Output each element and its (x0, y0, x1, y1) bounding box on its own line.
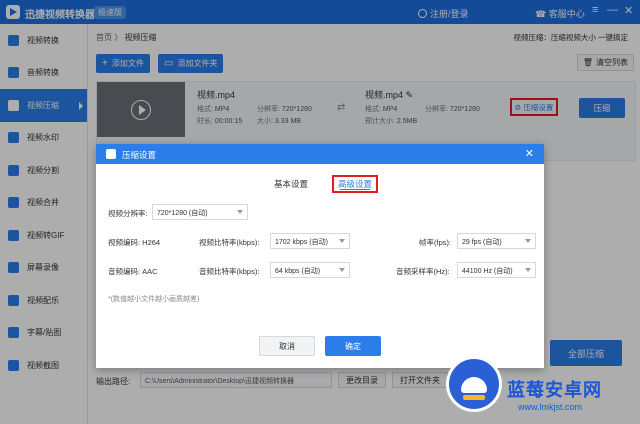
watermark-url: www.lmkjst.com (518, 402, 583, 412)
resolution-label: 视频分辨率: (108, 209, 148, 218)
chevron-down-icon (237, 210, 243, 214)
audio-codec-label: 音频编码: AAC (108, 267, 158, 276)
tab-basic-settings[interactable]: 基本设置 (274, 178, 308, 190)
confirm-button[interactable]: 确定 (325, 336, 381, 356)
watermark-text: 蓝莓安卓网 (507, 380, 602, 400)
watermark-logo-icon (446, 356, 502, 412)
chevron-down-icon (339, 268, 345, 272)
audio-bitrate-select[interactable]: 64 kbps (自动) (270, 262, 350, 278)
chevron-down-icon (525, 268, 531, 272)
active-tab-underline (340, 188, 370, 190)
dialog-title: 压缩设置 (122, 150, 157, 160)
dialog-close-icon[interactable]: ✕ (525, 147, 534, 160)
chevron-down-icon (525, 239, 531, 243)
cancel-button[interactable]: 取消 (259, 336, 315, 356)
quality-note: *(数值越小文件越小画质越差) (108, 296, 200, 303)
fps-label: 帧率(fps): (419, 238, 452, 247)
video-bitrate-select[interactable]: 1702 kbps (自动) (270, 233, 350, 249)
sample-rate-select[interactable]: 44100 Hz (自动) (457, 262, 536, 278)
compress-settings-dialog: 压缩设置 ✕ 基本设置 高级设置 视频分辨率: 720*1280 (自动) 视频… (96, 144, 544, 368)
dialog-header: 压缩设置 ✕ (96, 144, 544, 164)
video-bitrate-label: 视频比特率(kbps): (199, 238, 260, 247)
video-codec-label: 视频编码: H264 (108, 238, 161, 247)
chevron-down-icon (339, 239, 345, 243)
resolution-select[interactable]: 720*1280 (自动) (152, 204, 248, 220)
fps-select[interactable]: 29 fps (自动) (457, 233, 536, 249)
tab-advanced-settings[interactable]: 高级设置 (332, 175, 378, 193)
dialog-app-icon (106, 149, 116, 159)
sample-rate-label: 音频采样率(Hz): (396, 267, 450, 276)
audio-bitrate-label: 音频比特率(kbps): (199, 267, 260, 276)
